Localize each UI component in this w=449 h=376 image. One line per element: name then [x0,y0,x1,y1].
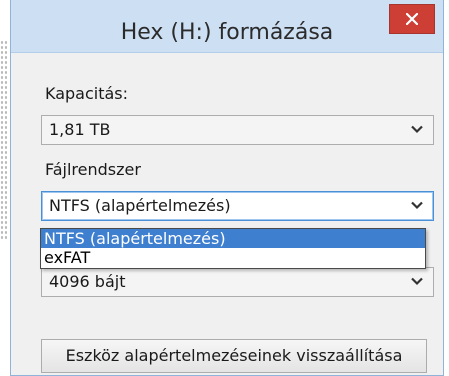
filesystem-option-exfat[interactable]: exFAT [41,248,425,267]
close-button[interactable] [389,4,435,34]
allocation-value: 4096 bájt [49,272,126,291]
filesystem-select[interactable]: NTFS (alapértelmezés) [41,191,434,221]
capacity-label: Kapacitás: [45,84,129,103]
title-bar: Hex (H:) formázása [11,0,443,53]
chevron-down-icon [411,125,423,134]
window-title: Hex (H:) formázása [120,20,334,45]
close-icon [406,13,418,25]
format-dialog: Hex (H:) formázása Kapacitás: 1,81 TB Fá… [10,0,444,376]
filesystem-dropdown-list: NTFS (alapértelmezés) exFAT [40,228,426,269]
capacity-select[interactable]: 1,81 TB [41,115,434,145]
filesystem-value: NTFS (alapértelmezés) [49,196,231,215]
filesystem-option-ntfs[interactable]: NTFS (alapértelmezés) [41,229,425,248]
restore-defaults-button[interactable]: Eszköz alapértelmezéseinek visszaállítás… [41,339,427,373]
allocation-unit-select[interactable]: 4096 bájt [41,267,434,297]
background-dotted-border [0,40,7,240]
chevron-down-icon [411,277,423,286]
filesystem-label: Fájlrendszer [45,160,141,179]
capacity-value: 1,81 TB [49,120,111,139]
chevron-down-icon [411,201,423,210]
